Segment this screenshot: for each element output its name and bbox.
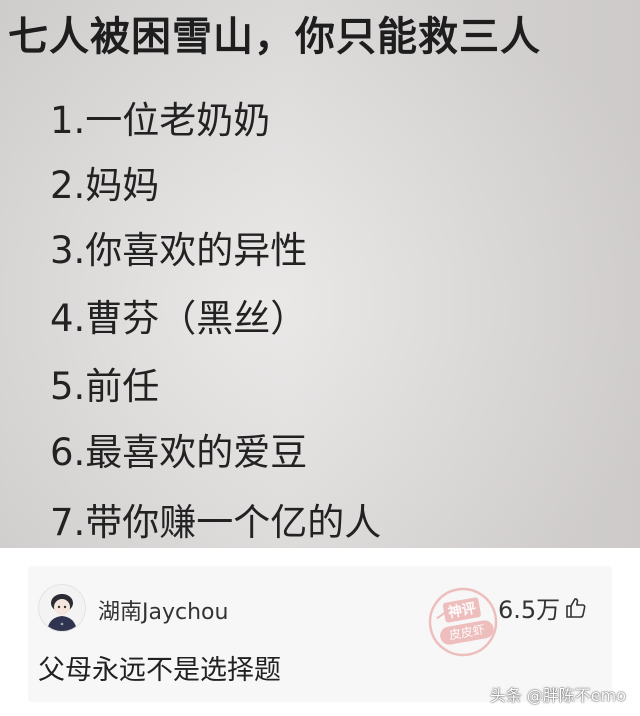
svg-text:*: *: [61, 622, 64, 629]
option-1: 1.一位老奶奶: [50, 99, 271, 142]
source-watermark: 头条 @胖陈不emo: [489, 686, 626, 705]
option-4: 4.曹芬（黑丝）: [50, 297, 308, 340]
option-3: 3.你喜欢的异性: [50, 229, 308, 272]
option-6: 6.最喜欢的爱豆: [50, 431, 308, 474]
comment-username[interactable]: 湖南Jaychou: [98, 594, 228, 626]
avatar-illustration: *: [39, 585, 85, 631]
like-button[interactable]: 6.5万: [498, 590, 588, 625]
poster-image: 七人被困雪山，你只能救三人 1.一位老奶奶 2.妈妈 3.你喜欢的异性 4.曹芬…: [0, 0, 640, 548]
poster-title: 七人被困雪山，你只能救三人: [8, 14, 541, 60]
like-count: 6.5万: [498, 596, 561, 624]
stamp-bottom-label: 皮皮虾: [448, 622, 486, 642]
comment-section: * 湖南Jaychou 神评 皮皮虾 6.5万 父母永远不是选择题 头条 @胖陈…: [0, 548, 640, 716]
avatar[interactable]: *: [38, 584, 86, 632]
thumbs-up-icon[interactable]: [564, 596, 588, 620]
option-5: 5.前任: [50, 365, 160, 408]
comment-text: 父母永远不是选择题: [38, 655, 281, 686]
option-2: 2.妈妈: [50, 164, 160, 207]
option-7: 7.带你赚一个亿的人: [50, 501, 382, 544]
